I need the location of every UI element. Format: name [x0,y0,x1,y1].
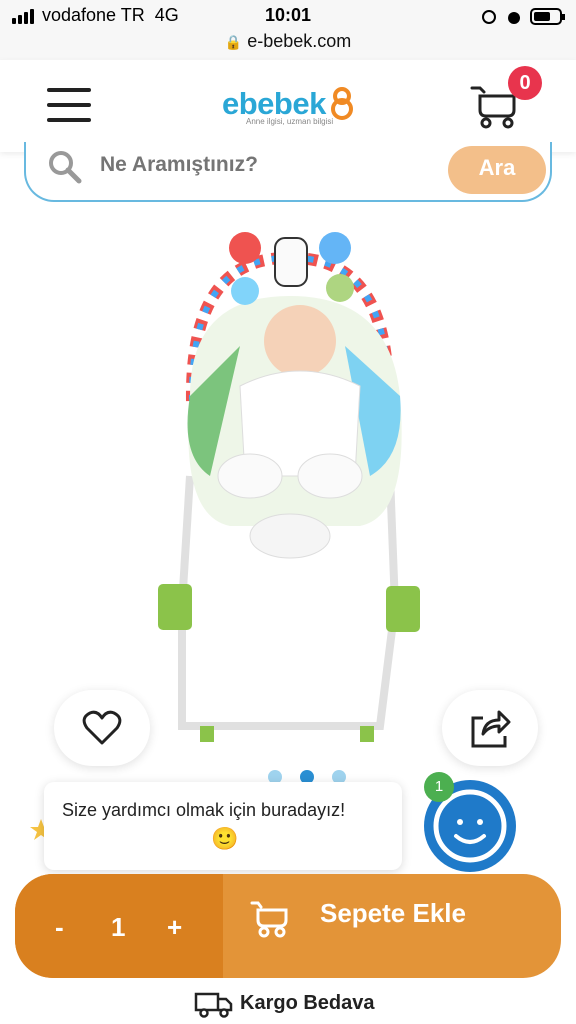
quantity-minus-button[interactable]: - [55,912,64,943]
add-to-cart-label: Sepete Ekle [320,898,466,928]
quantity-stepper: - 1 + [15,874,223,978]
heart-icon [82,710,122,745]
share-icon [471,710,511,748]
search-input[interactable] [98,152,422,178]
search-icon [49,151,82,184]
quantity-plus-button[interactable]: + [167,912,182,943]
share-button[interactable] [442,690,538,766]
favorite-button[interactable] [54,690,150,766]
url-bar[interactable]: 🔒 e-bebek.com [0,31,576,52]
delivery-truck-icon [194,992,233,1018]
url-text: e-bebek.com [247,31,352,51]
chat-unread-badge: 1 [424,772,454,802]
stroller-icon [250,901,288,938]
hamburger-menu-icon[interactable] [47,88,91,124]
lock-icon: 🔒 [224,34,243,50]
chat-emoji: 🙂 [211,826,239,851]
logo-mark-icon [331,87,353,120]
free-shipping-label: Kargo Bedava [240,992,375,1014]
cart-count-badge: 0 [508,66,542,100]
quantity-value: 1 [111,912,126,942]
search-button[interactable]: Ara [448,146,546,194]
battery-icon [530,8,565,25]
product-image[interactable] [150,226,430,746]
logo-tagline: Anne ilgisi, uzman bilgisi [246,117,334,126]
chat-message-text: Size yardımcı olmak için buradayız! [62,800,346,820]
